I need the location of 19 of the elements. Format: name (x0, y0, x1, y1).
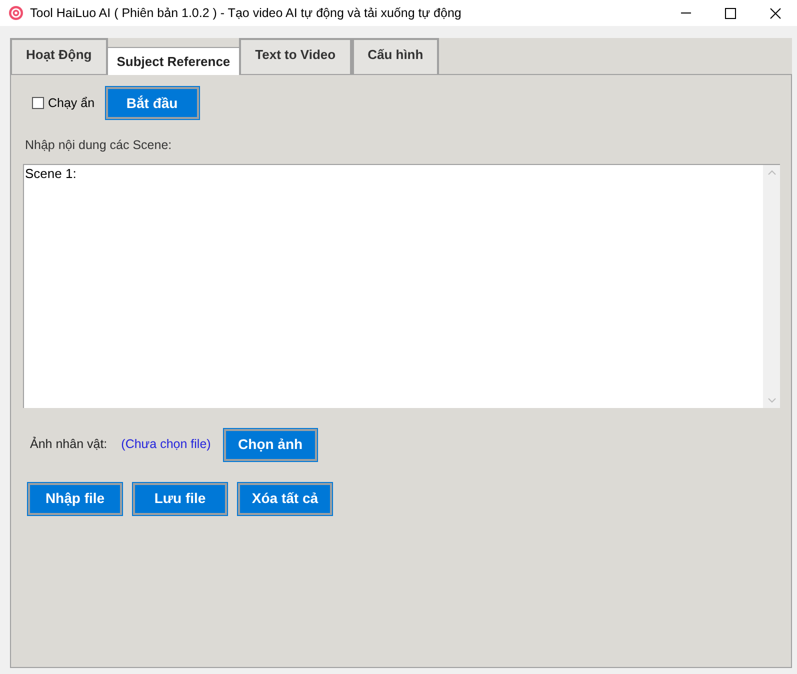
scenes-label: Nhập nội dung các Scene: (25, 137, 173, 154)
start-button[interactable]: Bắt đầu (106, 87, 199, 119)
tab[interactable]: Text to Video (239, 38, 352, 74)
choose-image-button[interactable]: Chọn ảnh (224, 428, 317, 461)
checkbox-label: Chạy ẩn (48, 94, 95, 112)
clear-all-button[interactable]: Xóa tất cả (238, 482, 332, 515)
window-title: Tool HaiLuo AI ( Phiên bản 1.0.2 ) - Tạo video AI tự động và tải xuống tự động (30, 4, 462, 22)
import-file-button[interactable]: Nhập file (28, 482, 122, 515)
tab[interactable]: Subject Reference (108, 47, 240, 75)
character-image-label: Ảnh nhân vật: (30, 436, 108, 454)
close-icon[interactable] (770, 8, 781, 18)
save-file-button[interactable]: Lưu file (133, 482, 227, 515)
app-logo-icon (9, 6, 23, 20)
tab[interactable]: Cấu hình (352, 38, 440, 74)
scenes-text-area[interactable]: Scene 1: (23, 164, 763, 408)
tab[interactable]: Hoạt Động (10, 38, 108, 74)
checkbox[interactable] (32, 97, 44, 109)
maximize-icon[interactable] (725, 8, 736, 18)
file-status: (Chưa chọn file) (121, 436, 211, 454)
